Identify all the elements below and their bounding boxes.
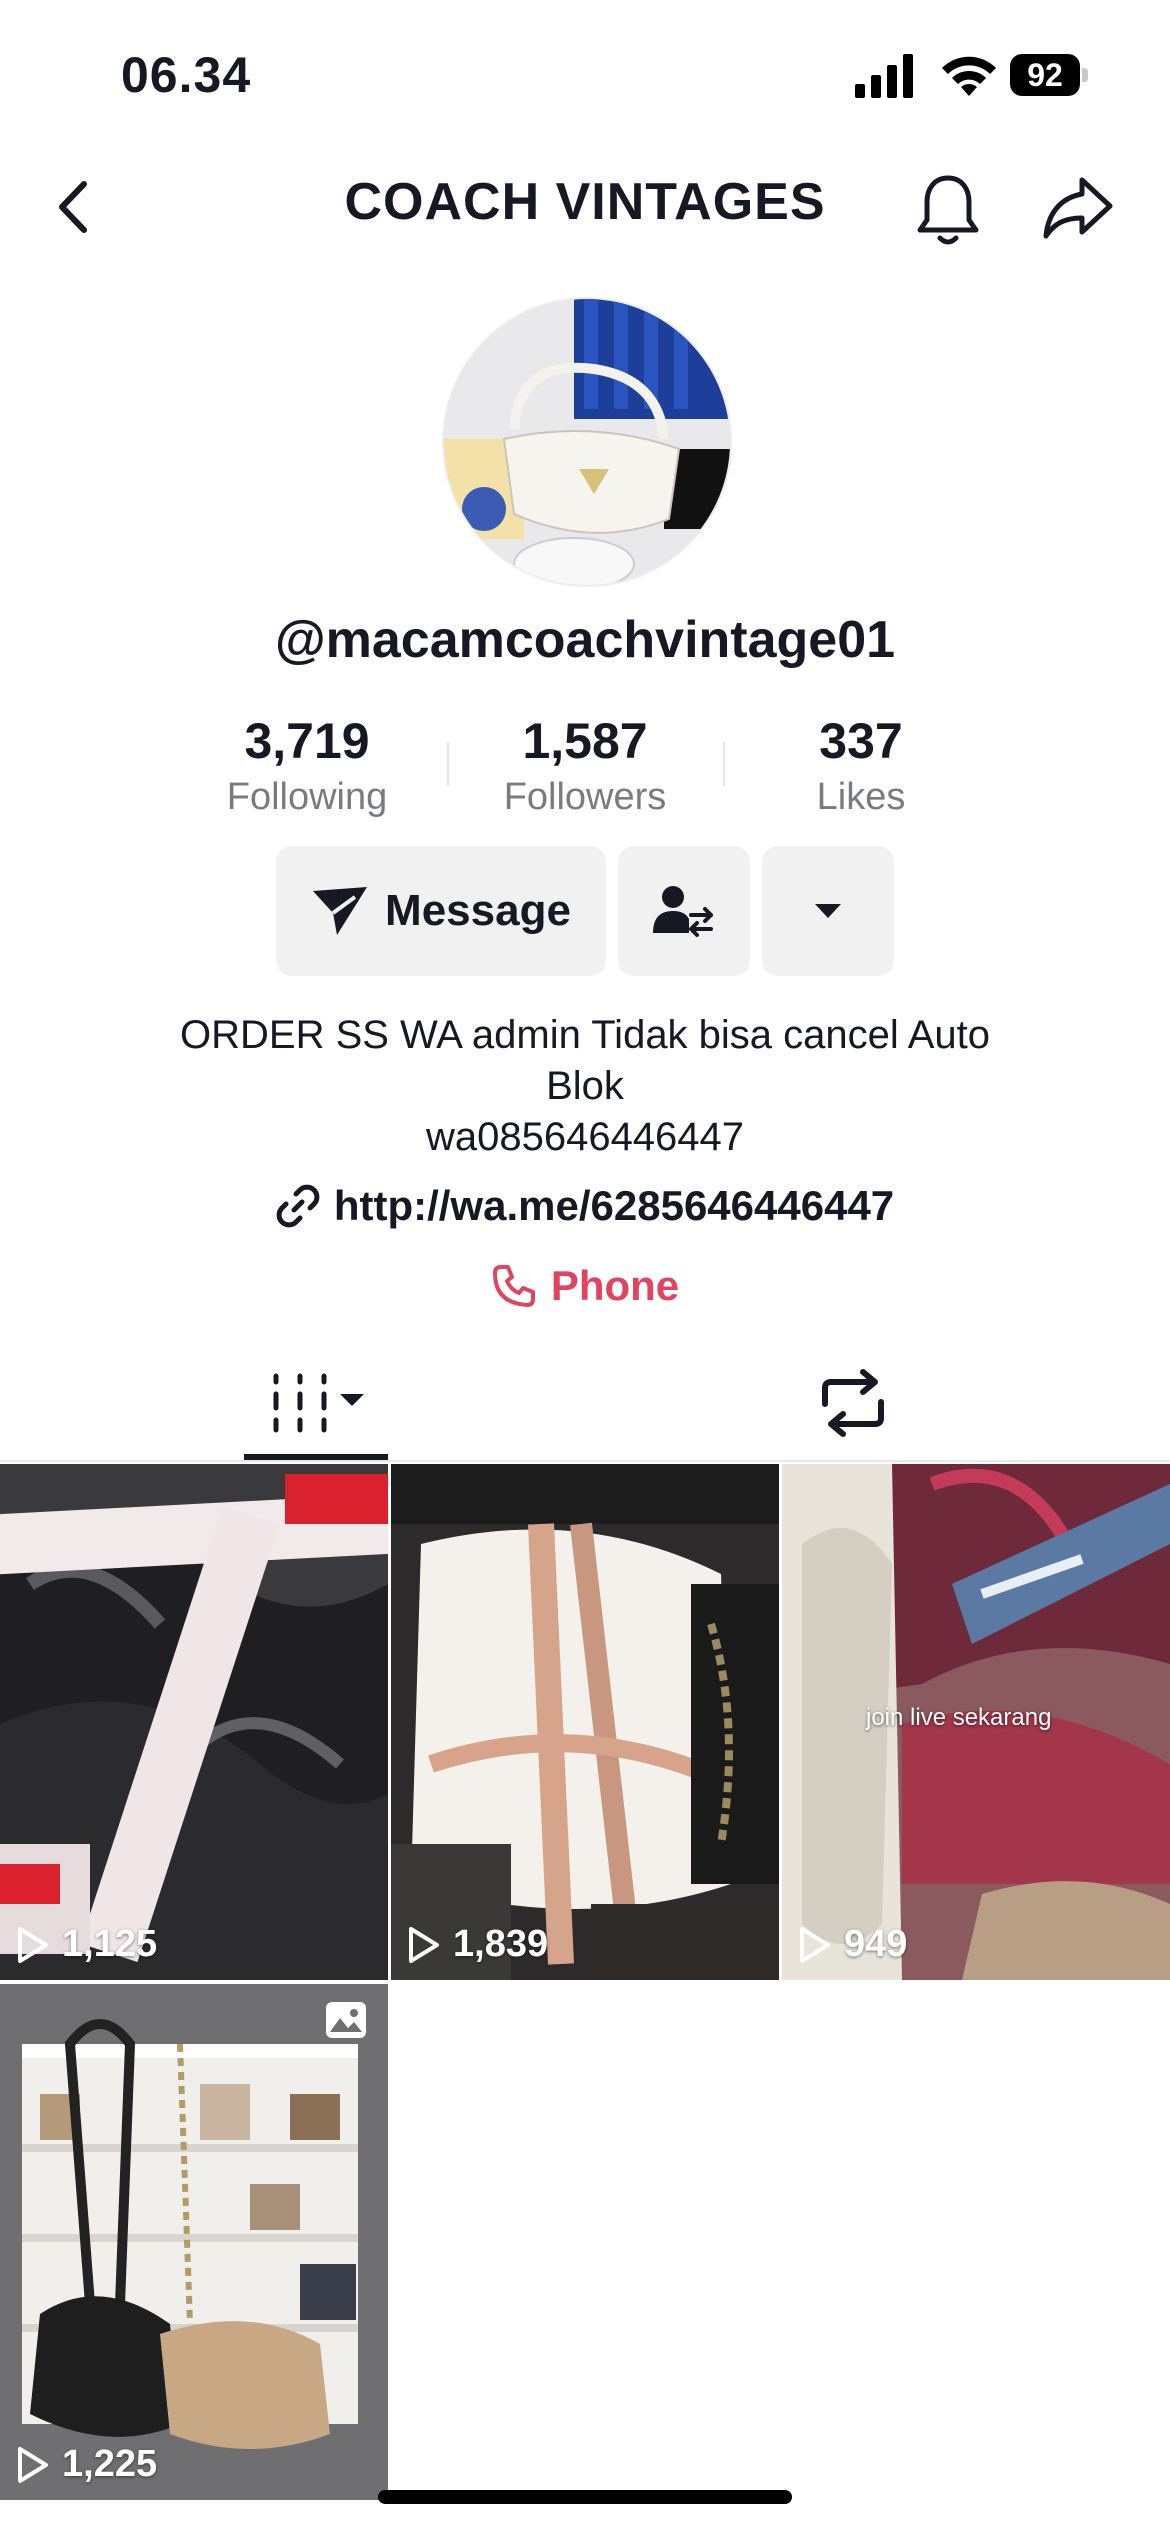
bell-icon[interactable]: [912, 170, 984, 248]
view-count: 1,839: [407, 1923, 548, 1966]
message-button-label: Message: [385, 886, 571, 935]
stat-following[interactable]: 3,719 Following: [177, 712, 437, 819]
stat-value: 3,719: [244, 713, 370, 769]
bio-line: ORDER SS WA admin Tidak bisa cancel Auto: [180, 1013, 990, 1057]
stat-label: Likes: [816, 776, 906, 818]
view-count: 949: [798, 1923, 907, 1966]
repost-tab-icon[interactable]: [815, 1368, 891, 1438]
bio-link-text: http://wa.me/6285646446447: [333, 1182, 895, 1229]
friends-button[interactable]: [618, 846, 750, 976]
play-icon: [800, 1926, 830, 1963]
play-icon: [409, 1926, 439, 1963]
video-thumbnail[interactable]: join live sekarang 949: [782, 1464, 1170, 1980]
stat-followers[interactable]: 1,587 Followers: [455, 712, 715, 819]
bio-link[interactable]: http://wa.me/6285646446447: [0, 1182, 1170, 1230]
video-cover: [0, 1464, 388, 1980]
link-icon: [276, 1184, 320, 1228]
view-count: 1,125: [16, 1923, 157, 1966]
more-options-button[interactable]: [762, 846, 894, 976]
video-cover: [0, 1984, 388, 2500]
play-icon: [18, 2446, 48, 2483]
view-count-text: 1,225: [62, 2443, 158, 2485]
tab-divider: [0, 1460, 1170, 1462]
video-cover: [391, 1464, 779, 1980]
view-count-text: 1,125: [62, 1923, 158, 1965]
battery-icon: 92: [1010, 54, 1088, 96]
user-swap-icon: [653, 886, 713, 937]
bio-line: wa085646446447: [425, 1115, 745, 1159]
back-arrow-icon[interactable]: [48, 172, 100, 242]
phone-label: Phone: [550, 1262, 680, 1309]
stat-likes[interactable]: 337 Likes: [731, 712, 991, 819]
stat-divider: [447, 742, 449, 786]
caret-down-icon: [815, 904, 841, 918]
home-indicator[interactable]: [378, 2490, 792, 2504]
stat-label: Followers: [503, 776, 667, 818]
play-icon: [18, 1926, 48, 1963]
avatar[interactable]: [442, 297, 732, 587]
bio-line: Blok: [546, 1064, 624, 1108]
page-title: COACH VINTAGES: [344, 173, 826, 231]
photo-post-icon: [326, 2002, 366, 2038]
username: @macamcoachvintage01: [274, 611, 896, 669]
view-count-text: 1,839: [453, 1923, 549, 1965]
video-overlay-text: join live sekarang: [866, 1704, 1052, 1731]
stat-divider: [723, 742, 725, 786]
share-icon[interactable]: [1040, 172, 1116, 242]
avatar-image: [444, 299, 730, 585]
video-thumbnail[interactable]: 1,125: [0, 1464, 388, 1980]
bio: ORDER SS WA admin Tidak bisa cancel Auto…: [60, 1010, 1110, 1163]
message-button[interactable]: Message: [276, 846, 606, 976]
phone-icon: [492, 1265, 535, 1307]
send-icon: [313, 887, 368, 935]
battery-level: 92: [1010, 54, 1080, 96]
phone-button[interactable]: Phone: [0, 1262, 1170, 1310]
videos-tab-grid-icon[interactable]: [244, 1368, 386, 1438]
stat-label: Following: [226, 776, 388, 818]
wifi-icon: [942, 56, 996, 96]
view-count: 1,225: [16, 2443, 157, 2486]
stat-value: 1,587: [522, 713, 648, 769]
cellular-signal-icon: [855, 54, 913, 98]
video-thumbnail[interactable]: 1,839: [391, 1464, 779, 1980]
status-time: 06.34: [121, 47, 252, 103]
stat-value: 337: [819, 713, 903, 769]
view-count-text: 949: [844, 1923, 908, 1965]
video-thumbnail[interactable]: 1,225: [0, 1984, 388, 2500]
